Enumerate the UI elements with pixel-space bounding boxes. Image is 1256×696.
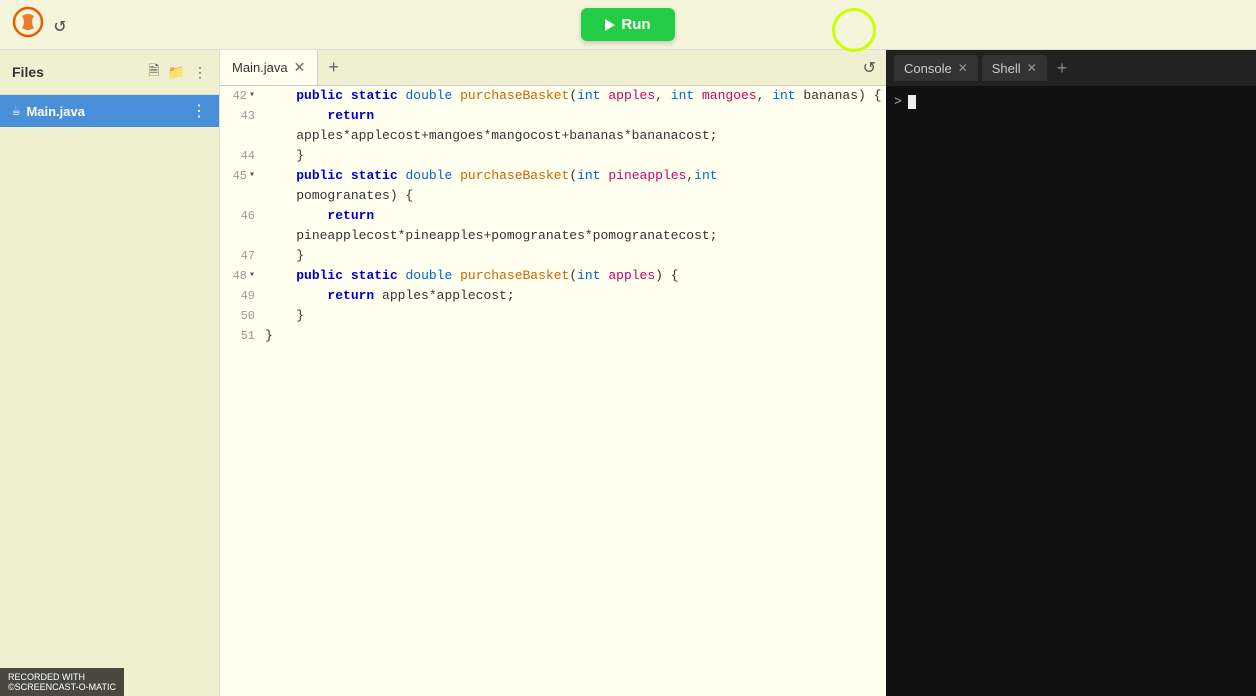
toolbar-left: ↺ (12, 6, 66, 43)
code-line-49: 49 return apples*applecost; (220, 286, 886, 306)
add-tab-button[interactable]: + (318, 57, 349, 78)
line-number-51: 51 (220, 326, 265, 346)
line-number-42: 42 ▾ (220, 86, 265, 106)
add-panel-tab-button[interactable]: + (1051, 58, 1074, 79)
terminal-cursor (908, 95, 916, 109)
code-content-45: public static double purchaseBasket(int … (265, 166, 886, 206)
code-line-45: 45 ▾ public static double purchaseBasket… (220, 166, 886, 206)
tab-close-button[interactable]: ✕ (294, 59, 306, 76)
file-more-icon[interactable]: ⋮ (191, 101, 207, 121)
code-content-48: public static double purchaseBasket(int … (265, 266, 886, 286)
line-number-43: 43 (220, 106, 265, 126)
editor-tab-actions: ↺ (863, 58, 886, 78)
line-number-50: 50 (220, 306, 265, 326)
console-tab-close[interactable]: ✕ (958, 61, 968, 75)
code-content-49: return apples*applecost; (265, 286, 886, 306)
right-panel: Console ✕ Shell ✕ + > (886, 50, 1256, 696)
code-line-42: 42 ▾ public static double purchaseBasket… (220, 86, 886, 106)
fold-arrow-42[interactable]: ▾ (249, 86, 255, 106)
main-area: Files 🗎 📁 ⋮ ☕ Main.java ⋮ Main.java ✕ + … (0, 50, 1256, 696)
terminal-prompt: > (894, 94, 1248, 109)
run-label: Run (621, 16, 650, 33)
watermark: RECORDED WITH ©SCREENCAST-O-MATIC (0, 668, 124, 696)
shell-tab[interactable]: Shell ✕ (982, 55, 1047, 81)
file-item-main-java[interactable]: ☕ Main.java ⋮ (0, 95, 219, 127)
code-content-44: } (265, 146, 886, 166)
refresh-button[interactable]: ↺ (863, 58, 876, 78)
code-content-42: public static double purchaseBasket(int … (265, 86, 886, 106)
code-content-46: return pineapplecost*pineapples+pomogran… (265, 206, 886, 246)
watermark-line1: RECORDED WITH (8, 672, 116, 682)
watermark-line2: ©SCREENCAST-O-MATIC (8, 682, 116, 692)
fold-arrow-45[interactable]: ▾ (249, 166, 255, 186)
sidebar-header: Files 🗎 📁 ⋮ (0, 50, 219, 95)
line-number-45: 45 ▾ (220, 166, 265, 186)
sidebar-icons: 🗎 📁 ⋮ (148, 60, 207, 84)
new-folder-button[interactable]: 📁 (168, 64, 185, 81)
code-content-47: } (265, 246, 886, 266)
code-content-50: } (265, 306, 886, 326)
code-line-50: 50 } (220, 306, 886, 326)
logo-icon[interactable] (12, 6, 44, 43)
code-content-51: } (265, 326, 886, 346)
console-tab-label: Console (904, 61, 952, 76)
sidebar-title: Files (12, 64, 44, 80)
sidebar: Files 🗎 📁 ⋮ ☕ Main.java ⋮ (0, 50, 220, 696)
editor-tab-label: Main.java (232, 60, 288, 75)
code-line-43: 43 return apples*applecost+mangoes*mango… (220, 106, 886, 146)
code-line-44: 44 } (220, 146, 886, 166)
editor-tab-main-java[interactable]: Main.java ✕ (220, 50, 318, 85)
code-line-47: 47 } (220, 246, 886, 266)
code-editor[interactable]: 42 ▾ public static double purchaseBasket… (220, 86, 886, 696)
line-number-46: 46 (220, 206, 265, 226)
code-line-51: 51 } (220, 326, 886, 346)
line-number-48: 48 ▾ (220, 266, 265, 286)
prompt-symbol: > (894, 94, 902, 109)
panel-content[interactable]: > (886, 86, 1256, 696)
line-number-49: 49 (220, 286, 265, 306)
line-number-47: 47 (220, 246, 265, 266)
panel-tabs: Console ✕ Shell ✕ + (886, 50, 1256, 86)
shell-tab-close[interactable]: ✕ (1027, 61, 1037, 75)
file-name: Main.java (26, 104, 85, 119)
editor-area: Main.java ✕ + ↺ 42 ▾ public static doubl… (220, 50, 886, 696)
run-button[interactable]: Run (581, 8, 674, 41)
code-line-48: 48 ▾ public static double purchaseBasket… (220, 266, 886, 286)
fold-arrow-48[interactable]: ▾ (249, 266, 255, 286)
new-file-button[interactable]: 🗎 (148, 60, 159, 84)
code-line-46: 46 return pineapplecost*pineapples+pomog… (220, 206, 886, 246)
line-number-44: 44 (220, 146, 265, 166)
code-content-43: return apples*applecost+mangoes*mangocos… (265, 106, 886, 146)
java-file-icon: ☕ (12, 103, 20, 120)
more-options-button[interactable]: ⋮ (193, 64, 207, 81)
toolbar: ↺ Run (0, 0, 1256, 50)
editor-tabs: Main.java ✕ + ↺ (220, 50, 886, 86)
play-icon (605, 19, 615, 31)
shell-tab-label: Shell (992, 61, 1021, 76)
history-icon[interactable]: ↺ (54, 12, 66, 38)
console-tab[interactable]: Console ✕ (894, 55, 978, 81)
cursor-circle (832, 8, 876, 52)
